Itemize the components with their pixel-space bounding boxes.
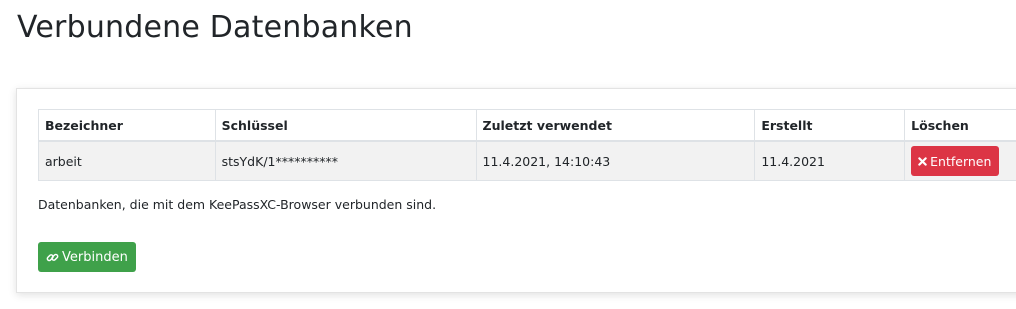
header-created: Erstellt	[754, 109, 906, 142]
info-text: Datenbanken, die mit dem KeePassXC-Brows…	[38, 197, 437, 212]
cell-key: stsYdK/1**********	[214, 140, 477, 181]
link-icon	[46, 251, 59, 264]
table-row: arbeit stsYdK/1********** 11.4.2021, 14:…	[38, 140, 1016, 181]
header-delete: Löschen	[904, 109, 1016, 142]
remove-button[interactable]: Entfernen	[911, 146, 1000, 176]
cell-name: arbeit	[38, 140, 216, 181]
cell-created: 11.4.2021	[754, 140, 906, 181]
connect-button[interactable]: Verbinden	[38, 242, 136, 272]
header-key: Schlüssel	[214, 109, 477, 142]
header-last-used: Zuletzt verwendet	[475, 109, 756, 142]
cell-delete: Entfernen	[904, 140, 1016, 181]
page-title: Verbundene Datenbanken	[17, 10, 413, 45]
cell-last-used: 11.4.2021, 14:10:43	[475, 140, 756, 181]
remove-button-label: Entfernen	[930, 153, 992, 169]
header-name: Bezeichner	[38, 109, 216, 142]
databases-table: Bezeichner Schlüssel Zuletzt verwendet E…	[38, 109, 1016, 181]
times-icon	[918, 156, 927, 166]
connect-button-label: Verbinden	[62, 249, 128, 265]
table-header-row: Bezeichner Schlüssel Zuletzt verwendet E…	[38, 109, 1016, 142]
connected-databases-card: Bezeichner Schlüssel Zuletzt verwendet E…	[16, 88, 1016, 293]
